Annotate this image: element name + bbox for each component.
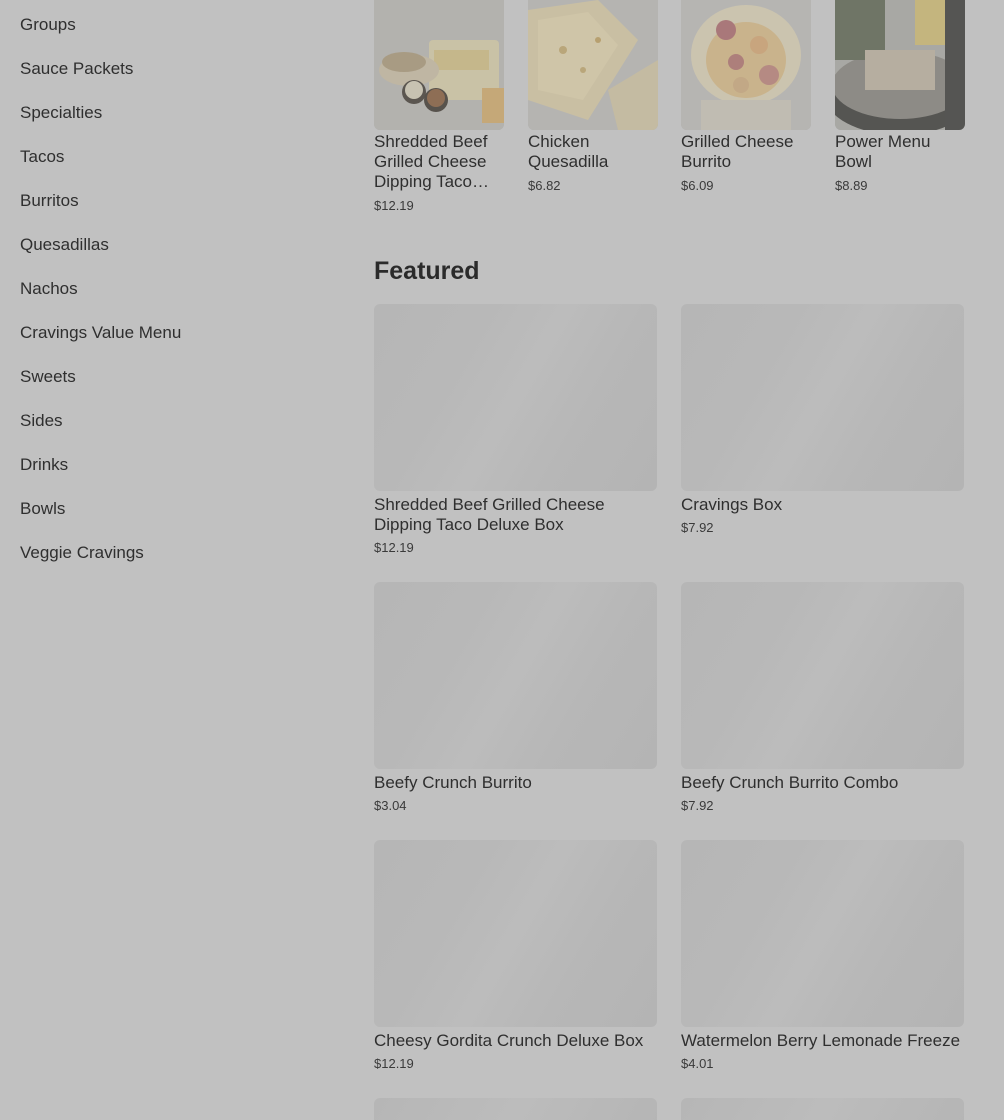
product-name: Shredded Beef Grilled Cheese Dipping Tac… — [374, 495, 605, 534]
product-name: Grilled Cheese Burrito — [681, 132, 794, 171]
product-image-placeholder — [374, 582, 657, 769]
sidebar-item-nachos[interactable]: Nachos — [20, 278, 78, 300]
product-image-placeholder — [681, 582, 964, 769]
sidebar-item-sauce-packets[interactable]: Sauce Packets — [20, 58, 133, 80]
product-image-placeholder — [681, 304, 964, 491]
sidebar-item-sweets[interactable]: Sweets — [20, 366, 76, 388]
product-image-placeholder — [681, 840, 964, 1027]
product-price: $12.19 — [374, 198, 414, 213]
featured-heading: Featured — [374, 257, 480, 285]
product-price: $7.92 — [681, 520, 714, 535]
product-name: Beefy Crunch Burrito — [374, 773, 532, 792]
sidebar-item-specialties[interactable]: Specialties — [20, 102, 102, 124]
product-name: Cravings Box — [681, 495, 783, 514]
product-name: Beefy Crunch Burrito Combo — [681, 773, 899, 792]
product-image-placeholder — [374, 840, 657, 1027]
product-image — [681, 0, 811, 130]
sidebar-item-veggie-cravings[interactable]: Veggie Cravings — [20, 542, 144, 564]
product-price: $8.89 — [835, 178, 868, 193]
product-price: $12.19 — [374, 540, 414, 555]
product-image-placeholder[interactable] — [374, 1098, 657, 1120]
sidebar-item-tacos[interactable]: Tacos — [20, 146, 64, 168]
product-price: $7.92 — [681, 798, 714, 813]
sidebar-item-cravings-value-menu[interactable]: Cravings Value Menu — [20, 322, 181, 344]
product-price: $12.19 — [374, 1056, 414, 1071]
product-price: $6.82 — [528, 178, 561, 193]
product-name: Shredded Beef Grilled Cheese Dipping Tac… — [374, 132, 488, 191]
product-name: Chicken Quesadilla — [528, 132, 609, 171]
sidebar-item-sides[interactable]: Sides — [20, 410, 63, 432]
product-image-placeholder — [374, 304, 657, 491]
product-price: $3.04 — [374, 798, 407, 813]
product-image — [835, 0, 965, 130]
product-name: Watermelon Berry Lemonade Freeze — [681, 1031, 961, 1050]
product-price: $6.09 — [681, 178, 714, 193]
product-name: Power Menu Bowl — [835, 132, 931, 171]
sidebar-item-quesadillas[interactable]: Quesadillas — [20, 234, 109, 256]
product-image-placeholder[interactable] — [681, 1098, 964, 1120]
sidebar-item-bowls[interactable]: Bowls — [20, 498, 65, 520]
product-name: Cheesy Gordita Crunch Deluxe Box — [374, 1031, 644, 1050]
sidebar-item-groups[interactable]: Groups — [20, 14, 76, 36]
product-image — [374, 0, 504, 130]
product-price: $4.01 — [681, 1056, 714, 1071]
product-image — [528, 0, 658, 130]
sidebar-item-burritos[interactable]: Burritos — [20, 190, 79, 212]
sidebar-item-drinks[interactable]: Drinks — [20, 454, 68, 476]
menu-page: Groups Sauce Packets Specialties Tacos B… — [0, 0, 1004, 1120]
